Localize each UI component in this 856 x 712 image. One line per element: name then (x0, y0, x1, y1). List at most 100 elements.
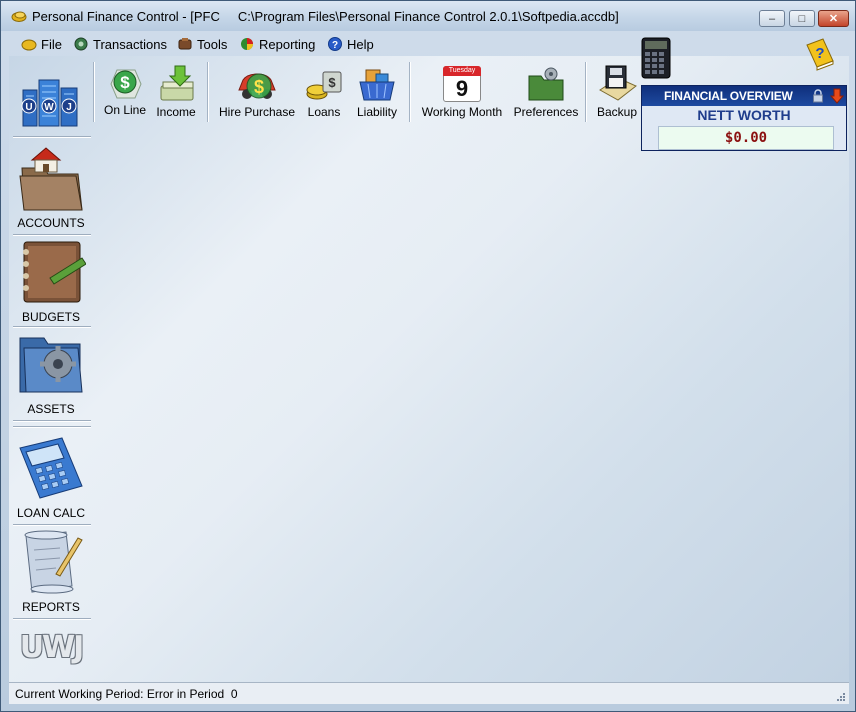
menu-transactions[interactable]: Transactions (73, 35, 167, 53)
tools-icon (178, 38, 192, 50)
minimize-button[interactable]: – (759, 10, 785, 27)
menu-transactions-label: Transactions (93, 36, 167, 52)
resize-grip-icon[interactable] (835, 691, 845, 701)
scroll-quill-icon (24, 530, 83, 594)
toolbar-separator (207, 62, 209, 122)
sidebar-reports-label: REPORTS (22, 600, 80, 614)
folder-icon (21, 39, 37, 51)
help-book-icon[interactable]: ? (801, 35, 837, 71)
shopping-basket-icon (359, 69, 395, 101)
loans-label: Loans (307, 105, 341, 119)
floppy-disk-icon (599, 65, 637, 101)
sidebar-accounts-button[interactable]: ACCOUNTS (11, 144, 91, 232)
hire-purchase-label: Hire Purchase (218, 105, 296, 119)
maximize-icon: □ (798, 12, 806, 25)
menu-reporting-label: Reporting (259, 36, 316, 52)
income-money-icon (160, 65, 194, 101)
maximize-button[interactable]: □ (789, 10, 815, 27)
car-dollar-icon: $ (238, 73, 276, 99)
toolbar-separator (93, 62, 95, 122)
menu-help[interactable]: ? Help (327, 35, 374, 53)
hire-purchase-button[interactable]: $ Hire Purchase (217, 64, 297, 126)
backup-button[interactable]: Backup (593, 64, 641, 126)
backup-label: Backup (596, 105, 638, 119)
working-month-button[interactable]: Tuesday 9 Working Month (417, 64, 507, 126)
minimize-icon: – (768, 12, 776, 25)
calculator-icon[interactable] (641, 37, 671, 79)
status-text: Current Working Period: Error in Period … (15, 687, 238, 701)
preferences-folder-icon (528, 67, 564, 101)
window-title: Personal Finance Control - [PFC C:\Progr… (32, 9, 619, 24)
sidebar-divider (13, 524, 91, 526)
sidebar-accounts-label: ACCOUNTS (17, 216, 85, 230)
financial-overview-header: FINANCIAL OVERVIEW (642, 86, 846, 106)
financial-overview-body: NETT WORTH $0.00 (642, 106, 846, 150)
sidebar-budgets-label: BUDGETS (21, 310, 80, 324)
sidebar-divider (13, 326, 91, 328)
house-folder-icon (19, 147, 83, 211)
nett-worth-value: $0.00 (724, 130, 768, 146)
close-button[interactable]: ✕ (818, 10, 849, 27)
menu-tools[interactable]: Tools (177, 35, 227, 53)
nett-worth-value-box: $0.00 (658, 126, 834, 150)
nett-worth-label: NETT WORTH (697, 107, 791, 123)
menu-tools-label: Tools (197, 36, 228, 52)
toolbar-separator (585, 62, 587, 122)
menu-help-label: Help (347, 36, 374, 52)
menu-file-label: File (41, 36, 62, 52)
svg-text:$: $ (254, 77, 264, 97)
income-button[interactable]: Income (151, 64, 201, 126)
loans-button[interactable]: $ Loans (301, 64, 347, 126)
calculator-icon (19, 437, 83, 499)
sidebar-assets-button[interactable]: ASSETS (11, 330, 91, 418)
sidebar-budgets-button[interactable]: BUDGETS (11, 238, 91, 326)
footer-logo-text: UWJ (19, 630, 85, 665)
svg-text:?: ? (332, 40, 338, 51)
liability-label: Liability (356, 105, 398, 119)
sidebar-divider (13, 618, 91, 620)
budget-book-icon (23, 241, 86, 303)
sidebar-divider (13, 420, 91, 422)
working-month-label: Working Month (421, 105, 503, 119)
online-dollar-icon: $ (110, 69, 142, 99)
liability-button[interactable]: Liability (351, 64, 403, 126)
toolbar-separator (409, 62, 411, 122)
financial-overview-panel: FINANCIAL OVERVIEW NETT WORTH $0.00 (641, 85, 847, 151)
online-button[interactable]: $ On Line (101, 64, 149, 126)
status-bar: Current Working Period: Error in Period … (9, 682, 849, 704)
sidebar-divider (13, 426, 91, 428)
sidebar-divider (13, 136, 91, 138)
arrow-down-icon[interactable] (830, 88, 844, 104)
menu-reporting[interactable]: Reporting (239, 35, 315, 53)
preferences-button[interactable]: Preferences (511, 64, 581, 126)
sidebar-footer-logo: UWJ (11, 630, 91, 670)
svg-text:$: $ (120, 73, 130, 92)
financial-overview-title: FINANCIAL OVERVIEW (664, 89, 793, 103)
sidebar: ACCOUNTS BUDGETS ASSETS LOAN CALC REPORT… (11, 136, 91, 682)
online-label: On Line (103, 103, 147, 117)
svg-text:?: ? (815, 45, 824, 62)
assets-gear-icon (19, 337, 83, 393)
sidebar-loan-calc-button[interactable]: LOAN CALC (11, 434, 91, 522)
svg-text:$: $ (328, 75, 336, 90)
sidebar-loan-calc-label: LOAN CALC (16, 506, 86, 520)
sidebar-divider (13, 234, 91, 236)
transactions-icon (74, 37, 88, 51)
menu-bar: File Transactions Tools Reporting ? Help (9, 32, 849, 56)
main-toolbar: $ On Line Income $ Hire Purchase $ Loans… (9, 56, 641, 126)
preferences-label: Preferences (513, 105, 579, 119)
sidebar-reports-button[interactable]: REPORTS (11, 528, 91, 616)
close-icon: ✕ (828, 13, 839, 25)
menu-file[interactable]: File (21, 35, 62, 53)
app-icon (11, 11, 27, 22)
income-label: Income (156, 105, 196, 119)
title-bar[interactable]: Personal Finance Control - [PFC C:\Progr… (1, 1, 855, 31)
calendar-icon: Tuesday 9 (441, 64, 483, 104)
calendar-weekday: Tuesday (443, 66, 481, 76)
pie-chart-icon (241, 38, 253, 50)
sidebar-assets-label: ASSETS (27, 402, 75, 416)
coins-icon: $ (306, 71, 342, 100)
lock-icon[interactable] (812, 89, 824, 103)
help-icon: ? (328, 37, 342, 51)
calendar-day: 9 (455, 76, 469, 101)
